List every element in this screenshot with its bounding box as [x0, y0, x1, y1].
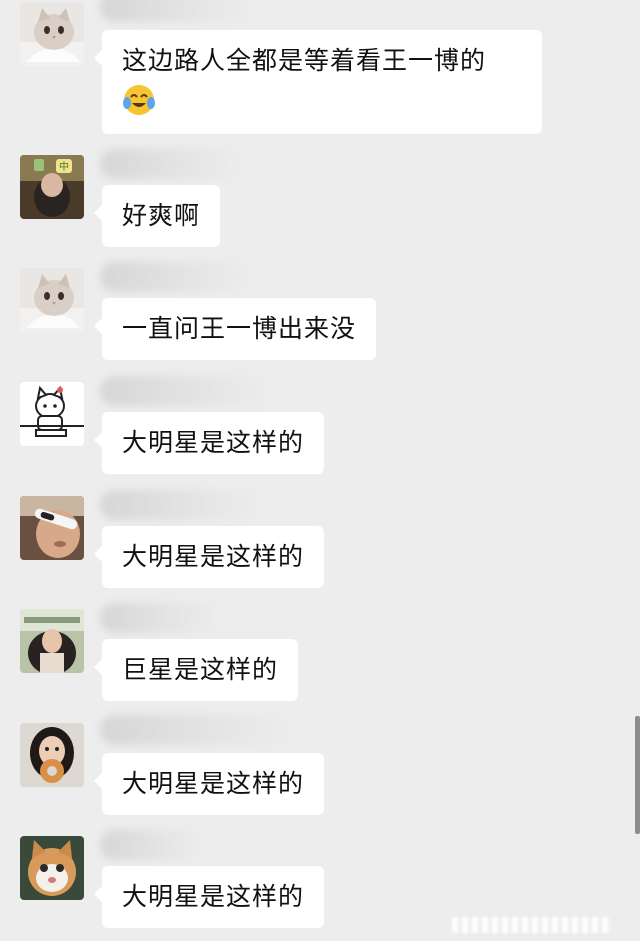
message-text: 大明星是这样的: [122, 542, 305, 571]
message-text: 一直问王一博出来没: [122, 314, 357, 343]
message-text: 巨星是这样的: [122, 655, 279, 684]
message-bubble[interactable]: 大明星是这样的: [93, 753, 325, 815]
sender-name-blurred: [100, 376, 270, 406]
message-bubble[interactable]: 一直问王一博出来没: [93, 298, 377, 360]
sender-name-blurred: [100, 149, 240, 179]
sender-name-blurred: [100, 490, 260, 520]
message-text: 大明星是这样的: [122, 882, 305, 911]
sender-name-blurred: [100, 603, 220, 633]
message-bubble[interactable]: 大明星是这样的: [93, 526, 325, 588]
sender-name-blurred: [100, 830, 200, 860]
avatar-cat-photo[interactable]: [20, 268, 84, 332]
avatar-cartoon-cat[interactable]: [20, 382, 84, 446]
message-bubble[interactable]: 大明星是这样的: [93, 412, 325, 474]
sender-name-blurred: [100, 262, 250, 292]
avatar-photo[interactable]: 中: [20, 155, 84, 219]
message-text: 大明星是这样的: [122, 769, 305, 798]
message-bubble[interactable]: 大明星是这样的: [93, 866, 325, 928]
message-text: 这边路人全都是等着看王一博的: [122, 46, 487, 75]
message-bubble[interactable]: 巨星是这样的: [93, 639, 299, 701]
sender-name-blurred: [100, 715, 290, 745]
sender-name-blurred: [100, 0, 250, 22]
avatar-cat-photo[interactable]: [20, 2, 84, 66]
avatar-photo[interactable]: [20, 609, 84, 673]
avatar-photo[interactable]: [20, 723, 84, 787]
svg-text:中: 中: [59, 160, 69, 173]
message-bubble[interactable]: 好爽啊: [93, 185, 221, 247]
watermark-blurred: [452, 917, 612, 933]
scrollbar[interactable]: [635, 716, 640, 834]
crying-laughing-face-icon: [122, 83, 156, 117]
chat-history[interactable]: 这边路人全都是等着看王一博的 中 好爽啊 一直问王一博出来没 大明星是这样的 大…: [0, 0, 640, 941]
avatar-photo[interactable]: [20, 496, 84, 560]
message-text: 大明星是这样的: [122, 428, 305, 457]
message-text: 好爽啊: [122, 201, 201, 230]
message-bubble[interactable]: 这边路人全都是等着看王一博的: [94, 30, 542, 134]
avatar-cat-photo[interactable]: [20, 836, 84, 900]
